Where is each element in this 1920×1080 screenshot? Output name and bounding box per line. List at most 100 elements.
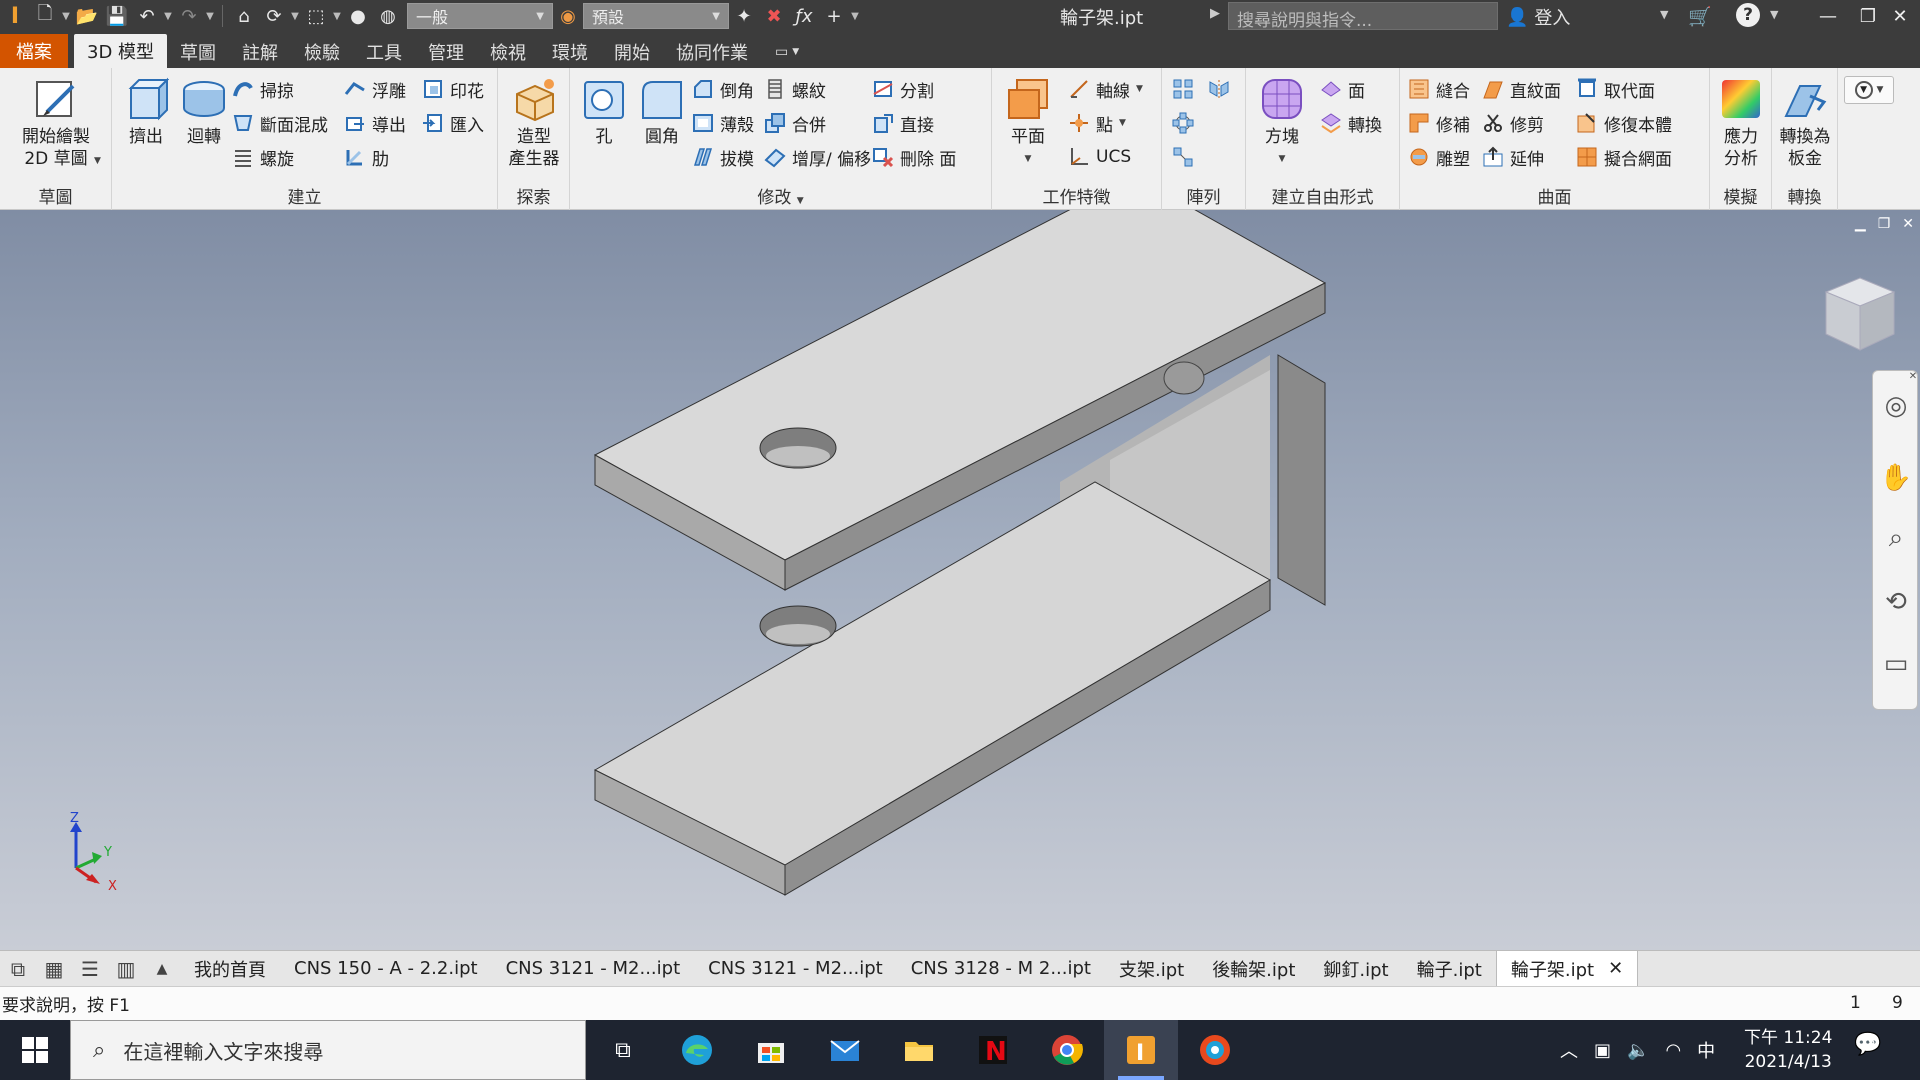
convert-to-sheet-metal-button[interactable]: 轉換為 板金 <box>1773 76 1837 170</box>
tab-view[interactable]: 檢視 <box>477 36 539 68</box>
steering-wheel-icon[interactable]: ◎ <box>1879 389 1913 423</box>
tab-environments[interactable]: 環境 <box>539 36 601 68</box>
undo-dropdown-icon[interactable]: ▼ <box>162 11 174 22</box>
extend-button[interactable]: 延伸 <box>1482 142 1544 172</box>
clear-appearance-icon[interactable]: ✖ <box>759 2 789 30</box>
update-dropdown-icon[interactable]: ▼ <box>289 11 301 22</box>
revolve-button[interactable]: 迴轉 <box>172 76 236 148</box>
undo-icon[interactable]: ↶ <box>132 2 162 30</box>
document-tab-active[interactable]: 輪子架.ipt ✕ <box>1495 950 1639 987</box>
delete-face-button[interactable]: 刪除 面 <box>872 142 956 172</box>
arrange-horizontal-icon[interactable]: ☰ <box>72 951 108 987</box>
document-tab[interactable]: 後輪架.ipt <box>1198 951 1309 987</box>
notification-center-icon[interactable]: 💬 2 <box>1854 1032 1881 1057</box>
edge-icon[interactable] <box>660 1020 734 1080</box>
combine-button[interactable]: 合併 <box>764 108 826 138</box>
sculpt-button[interactable]: 雕塑 <box>1408 142 1470 172</box>
navbar-close-icon[interactable]: ✕ <box>1907 369 1919 383</box>
group-label-modify[interactable]: 修改 ▼ <box>570 183 991 208</box>
color-override-icon[interactable]: ● <box>343 2 373 30</box>
sign-in-button[interactable]: 👤 登入 <box>1506 4 1570 30</box>
help-search-input[interactable]: 搜尋說明與指令... <box>1228 2 1498 31</box>
3d-viewport[interactable]: ▁ ❐ ✕ ✕ ◎ ✋ ⌕ ⟲ ▭ Z Y X <box>0 210 1920 950</box>
new-file-dropdown-icon[interactable]: ▼ <box>60 11 72 22</box>
circular-pattern-button[interactable] <box>1172 108 1194 138</box>
chamfer-button[interactable]: 倒角 <box>692 74 754 104</box>
ribbon-customize-button[interactable]: ▼ ▼ <box>1844 76 1894 104</box>
document-tab[interactable]: 支架.ipt <box>1105 951 1198 987</box>
axis-button[interactable]: 軸線 ▼ <box>1068 74 1143 104</box>
arrange-vertical-icon[interactable]: ▥ <box>108 951 144 987</box>
tab-get-started[interactable]: 開始 <box>601 36 663 68</box>
edge-beta-icon[interactable] <box>1178 1020 1252 1080</box>
orbit-icon[interactable]: ⟲ <box>1879 585 1913 619</box>
freeform-convert-button[interactable]: 轉換 <box>1320 108 1382 138</box>
tile-windows-icon[interactable]: ▦ <box>36 951 72 987</box>
document-tab[interactable]: 輪子.ipt <box>1403 951 1496 987</box>
ucs-button[interactable]: UCS <box>1068 142 1131 172</box>
document-tab[interactable]: CNS 150 - A - 2.2.ipt <box>280 951 492 987</box>
fillet-button[interactable]: 圓角 <box>630 76 694 148</box>
document-tab[interactable]: CNS 3121 - M2...ipt <box>694 951 897 987</box>
stitch-button[interactable]: 縫合 <box>1408 74 1470 104</box>
inventor-taskbar-icon[interactable]: I <box>1104 1020 1178 1080</box>
viewcube[interactable] <box>1820 270 1900 360</box>
help-dropdown-icon[interactable]: ▼ <box>1770 8 1778 21</box>
tab-tools[interactable]: 工具 <box>353 36 415 68</box>
parameters-icon[interactable]: ƒx <box>789 2 819 30</box>
close-tab-icon[interactable]: ✕ <box>1608 958 1623 979</box>
help-icon[interactable]: ? <box>1736 3 1760 27</box>
search-expand-icon[interactable]: ▶ <box>1210 6 1220 21</box>
ribbon-options[interactable]: ▭ ▼ <box>775 36 799 68</box>
new-file-icon[interactable]: 🗋 <box>30 2 60 30</box>
tab-collaborate[interactable]: 協同作業 <box>663 36 761 68</box>
patch-button[interactable]: 修補 <box>1408 108 1470 138</box>
system-clock[interactable]: 下午 11:24 2021/4/13 <box>1744 1026 1832 1074</box>
customize-dropdown-icon[interactable]: ▼ <box>849 11 861 22</box>
tab-inspect[interactable]: 檢驗 <box>291 36 353 68</box>
chevron-down-icon[interactable]: ▼ <box>94 156 101 166</box>
freeform-box-button[interactable]: 方塊 ▼ <box>1250 76 1314 170</box>
document-tab[interactable]: CNS 3121 - M2...ipt <box>492 951 695 987</box>
mail-icon[interactable] <box>808 1020 882 1080</box>
save-icon[interactable]: 💾 <box>102 2 132 30</box>
cart-icon[interactable]: 🛒 <box>1688 5 1712 28</box>
look-at-icon[interactable]: ▭ <box>1879 647 1913 681</box>
direct-edit-button[interactable]: 直接 <box>872 108 934 138</box>
cascade-windows-icon[interactable]: ⧉ <box>0 951 36 987</box>
ime-indicator[interactable]: 中 <box>1697 1037 1715 1063</box>
sweep-button[interactable]: 掃掠 <box>232 74 294 104</box>
netflix-icon[interactable]: N <box>956 1020 1030 1080</box>
material-sphere-icon[interactable]: ◍ <box>373 2 403 30</box>
rectangular-pattern-button[interactable] <box>1172 74 1194 104</box>
pan-hand-icon[interactable]: ✋ <box>1879 461 1913 495</box>
coil-button[interactable]: 螺旋 <box>232 142 294 172</box>
sketch-driven-pattern-button[interactable] <box>1172 142 1194 172</box>
extrude-button[interactable]: 擠出 <box>114 76 178 148</box>
stress-analysis-button[interactable]: 應力 分析 <box>1709 76 1773 170</box>
task-view-button[interactable]: ⧉ <box>586 1020 660 1080</box>
tab-annotate[interactable]: 註解 <box>229 36 291 68</box>
repair-bodies-button[interactable]: 修復本體 <box>1576 108 1672 138</box>
shell-button[interactable]: 薄殼 <box>692 108 754 138</box>
appearance-icon[interactable]: ◉ <box>553 2 583 30</box>
zoom-icon[interactable]: ⌕ <box>1879 521 1913 555</box>
bracket-model[interactable] <box>0 210 1920 950</box>
thicken-offset-button[interactable]: 增厚/ 偏移 <box>764 142 871 172</box>
mirror-button[interactable] <box>1208 74 1230 104</box>
tab-manage[interactable]: 管理 <box>415 36 477 68</box>
sign-in-dropdown-icon[interactable]: ▼ <box>1660 8 1668 21</box>
open-file-icon[interactable]: 📂 <box>72 2 102 30</box>
split-button[interactable]: 分割 <box>872 74 934 104</box>
show-hidden-icons-icon[interactable]: ︿ <box>1560 1037 1578 1063</box>
tab-file[interactable]: 檔案 <box>0 34 68 68</box>
start-2d-sketch-button[interactable]: 開始繪製 2D 草圖 <box>14 76 98 170</box>
select-icon[interactable]: ⬚ <box>301 2 331 30</box>
wifi-icon[interactable]: ◠ <box>1665 1040 1681 1061</box>
loft-button[interactable]: 斷面混成 <box>232 108 328 138</box>
draft-button[interactable]: 拔模 <box>692 142 754 172</box>
freeform-face-button[interactable]: 面 <box>1320 74 1365 104</box>
minimize-icon[interactable]: — <box>1808 2 1848 30</box>
network-device-icon[interactable]: ▣ <box>1594 1040 1611 1061</box>
emboss-button[interactable]: 浮雕 <box>344 74 406 104</box>
